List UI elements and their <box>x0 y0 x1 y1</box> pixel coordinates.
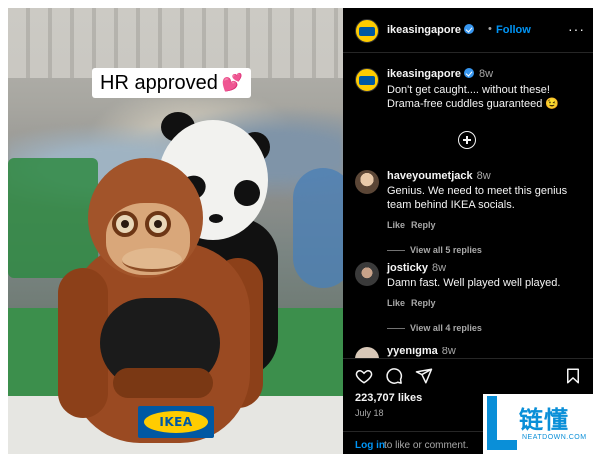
login-link[interactable]: Log in <box>355 440 385 451</box>
commenter-avatar[interactable] <box>355 170 379 194</box>
comment-time: 8w <box>441 347 456 357</box>
orangutan-hands <box>113 368 213 398</box>
likes-count[interactable]: 223,707 likes <box>355 392 422 404</box>
comment-text: Damn fast. Well played well played. <box>387 277 561 289</box>
ikea-avatar-icon <box>359 76 375 85</box>
comment-item: yyenigma 8w <box>343 347 593 358</box>
comment-user-line: josticky 8w <box>387 262 446 274</box>
watermark-chinese-text: 链懂 <box>519 406 569 434</box>
load-more-comments-plus-icon[interactable] <box>458 131 476 149</box>
view-replies-button[interactable]: View all 4 replies <box>410 323 482 333</box>
post-date[interactable]: July 18 <box>355 408 384 418</box>
post-photo[interactable]: IKEA HR approved 💕 <box>8 8 343 454</box>
panda-nose <box>209 214 223 223</box>
sticker-text: HR approved <box>100 71 218 94</box>
replies-divider <box>387 328 405 329</box>
neatdown-watermark: 链懂 NEATDOWN.COM <box>483 394 593 454</box>
comment-username[interactable]: yyenigma <box>387 347 438 357</box>
caption-avatar[interactable] <box>355 68 379 92</box>
comment-bubble-icon[interactable] <box>385 367 403 385</box>
verified-badge-icon <box>463 24 474 34</box>
header-username[interactable]: ikeasingapore <box>387 24 474 36</box>
save-bookmark-icon[interactable] <box>564 367 582 385</box>
view-replies-button[interactable]: View all 5 replies <box>410 245 482 255</box>
orangutan-mouth <box>122 248 182 272</box>
hearts-emoji-icon: 💕 <box>221 73 244 93</box>
header-username-text[interactable]: ikeasingapore <box>387 24 461 36</box>
watermark-domain-text: NEATDOWN.COM <box>522 434 587 441</box>
comment-username[interactable]: josticky <box>387 262 428 274</box>
post-header: ikeasingapore • Follow ··· <box>343 8 593 53</box>
caption-time: 8w <box>478 68 494 80</box>
login-prompt-text: to like or comment. <box>384 440 469 451</box>
comment-username[interactable]: haveyoumetjack <box>387 170 473 182</box>
like-heart-icon[interactable] <box>355 367 373 385</box>
verified-badge-icon <box>463 68 474 78</box>
ikea-logo-text: IKEA <box>159 415 193 429</box>
comment-user-line: yyenigma 8w <box>387 347 456 357</box>
comment-like-button[interactable]: Like <box>387 220 405 230</box>
comment-reply-button[interactable]: Reply <box>411 298 436 308</box>
orangutan-left-eye <box>112 211 138 237</box>
share-send-icon[interactable] <box>415 367 433 385</box>
background-blue-toy <box>293 168 343 288</box>
comment-time: 8w <box>431 262 447 274</box>
comment-like-button[interactable]: Like <box>387 298 405 308</box>
ikea-avatar-icon <box>359 27 375 36</box>
comment-user-line: haveyoumetjack 8w <box>387 170 491 182</box>
account-avatar[interactable] <box>355 19 379 43</box>
comment-reply-button[interactable]: Reply <box>411 220 436 230</box>
caption-text: Don't get caught.... without these! Dram… <box>387 84 560 110</box>
follow-button[interactable]: Follow <box>496 24 531 36</box>
separator-dot: • <box>488 23 492 35</box>
ikea-logo-tag: IKEA <box>138 406 214 438</box>
commenter-avatar[interactable] <box>355 262 379 286</box>
caption-username[interactable]: ikeasingapore <box>387 68 461 80</box>
hr-approved-sticker: HR approved 💕 <box>92 68 252 98</box>
background-green-toy <box>8 158 98 278</box>
replies-divider <box>387 250 405 251</box>
orangutan-right-eye <box>145 211 171 237</box>
commenter-avatar[interactable] <box>355 347 379 358</box>
comment-text: Genius. We need to meet this genius team… <box>387 185 568 211</box>
post-side-panel: ikeasingapore • Follow ··· ikeasingapore… <box>343 8 593 454</box>
comment-time: 8w <box>476 170 491 182</box>
ikea-logo-oval: IKEA <box>144 411 208 433</box>
watermark-logo-icon <box>487 396 517 450</box>
more-options-icon[interactable]: ··· <box>568 21 585 37</box>
caption-username-line: ikeasingapore 8w <box>387 68 493 80</box>
post-modal: IKEA HR approved 💕 ikeasingapore • Follo… <box>8 8 593 454</box>
